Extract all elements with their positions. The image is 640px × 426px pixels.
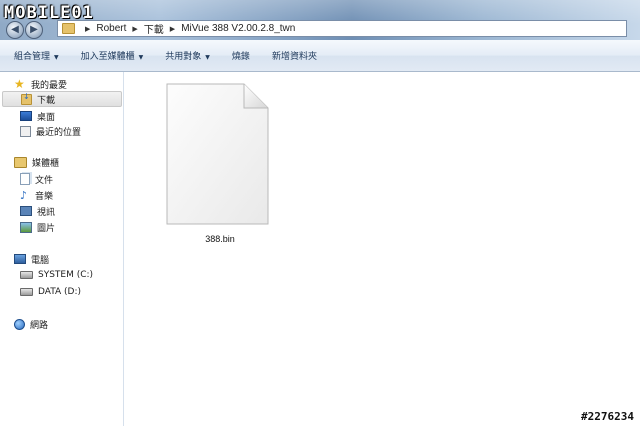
nav-item-drive-c[interactable]: SYSTEM (C:) <box>20 267 120 283</box>
nav-network[interactable]: 網路 <box>14 316 122 332</box>
nav-item-label: 最近的位置 <box>36 127 82 138</box>
desktop-icon <box>20 111 32 121</box>
nav-item-music[interactable]: ♪ 音樂 <box>20 187 120 203</box>
video-icon <box>20 206 32 216</box>
nav-item-drive-d[interactable]: DATA (D:) <box>20 284 120 300</box>
recent-places-icon <box>20 125 31 137</box>
nav-computer-label: 電腦 <box>31 255 50 266</box>
computer-icon <box>14 254 26 264</box>
dropdown-arrow-icon: ▼ <box>205 54 210 61</box>
breadcrumb-separator[interactable]: ▶ <box>85 25 90 33</box>
command-bar: 組合管理 ▼ 加入至媒體櫃 ▼ 共用對象 ▼ 燒錄 新增資料夾 <box>0 40 640 72</box>
nav-item-desktop[interactable]: 桌面 <box>20 108 120 124</box>
documents-icon <box>20 173 30 185</box>
breadcrumb-robert[interactable]: Robert <box>96 23 126 34</box>
pictures-icon <box>20 221 32 233</box>
nav-item-label: 圖片 <box>37 223 56 234</box>
nav-item-label: 音樂 <box>35 191 54 202</box>
file-icon <box>166 83 269 225</box>
network-icon <box>14 318 25 330</box>
nav-item-label: 文件 <box>35 175 54 186</box>
nav-item-label: 桌面 <box>37 112 56 123</box>
nav-computer[interactable]: 電腦 <box>14 251 122 267</box>
breadcrumb-downloads[interactable]: 下載 <box>144 21 164 36</box>
share-with-label: 共用對象 <box>165 52 202 62</box>
breadcrumb-separator[interactable]: ▶ <box>132 25 137 33</box>
share-with-button[interactable]: 共用對象 ▼ <box>165 49 210 62</box>
watermark: #2276234 <box>581 410 634 423</box>
back-button[interactable]: ◀ <box>6 21 24 39</box>
nav-favorites[interactable]: ★ 我的最愛 <box>14 76 122 92</box>
library-icon <box>14 156 27 168</box>
music-icon: ♪ <box>20 188 28 202</box>
nav-libraries[interactable]: 媒體櫃 <box>14 154 122 170</box>
drive-icon <box>20 288 33 296</box>
nav-libraries-label: 媒體櫃 <box>32 158 60 169</box>
breadcrumb-separator[interactable]: ▶ <box>170 25 175 33</box>
new-folder-button[interactable]: 新增資料夾 <box>272 49 317 62</box>
nav-item-label: 下載 <box>37 95 56 106</box>
nav-item-downloads[interactable]: 下載 <box>2 91 122 107</box>
dropdown-arrow-icon: ▼ <box>138 54 144 61</box>
nav-item-videos[interactable]: 視訊 <box>20 203 120 219</box>
add-to-library-button[interactable]: 加入至媒體櫃 ▼ <box>81 49 144 62</box>
dropdown-arrow-icon: ▼ <box>54 54 59 61</box>
add-to-library-label: 加入至媒體櫃 <box>80 52 135 62</box>
forward-button[interactable]: ▶ <box>25 21 43 39</box>
nav-item-documents[interactable]: 文件 <box>20 171 120 187</box>
nav-item-label: SYSTEM (C:) <box>38 270 94 280</box>
file-name[interactable]: 388.bin <box>160 234 280 244</box>
nav-network-label: 網路 <box>30 320 49 331</box>
nav-item-recent-places[interactable]: 最近的位置 <box>20 123 120 139</box>
drive-icon <box>20 271 33 279</box>
breadcrumb-current-folder[interactable]: MiVue 388 V2.00.2.8_twn <box>181 23 295 34</box>
downloads-folder-icon <box>21 92 32 105</box>
nav-favorites-label: 我的最愛 <box>31 80 68 91</box>
folder-icon <box>62 23 75 34</box>
nav-item-label: DATA (D:) <box>38 287 82 297</box>
burn-button[interactable]: 燒錄 <box>232 49 250 62</box>
organize-label: 組合管理 <box>14 52 51 62</box>
file-item[interactable] <box>166 83 269 225</box>
address-bar[interactable]: ▶ Robert ▶ 下載 ▶ MiVue 388 V2.00.2.8_twn <box>57 20 627 37</box>
nav-item-pictures[interactable]: 圖片 <box>20 219 120 235</box>
star-icon: ★ <box>14 76 25 91</box>
navigation-pane: ★ 我的最愛 下載 桌面 最近的位置 媒體櫃 文件 ♪ 音樂 視訊 圖片 電腦 … <box>0 72 124 426</box>
organize-button[interactable]: 組合管理 ▼ <box>14 49 59 62</box>
nav-item-label: 視訊 <box>37 207 56 218</box>
